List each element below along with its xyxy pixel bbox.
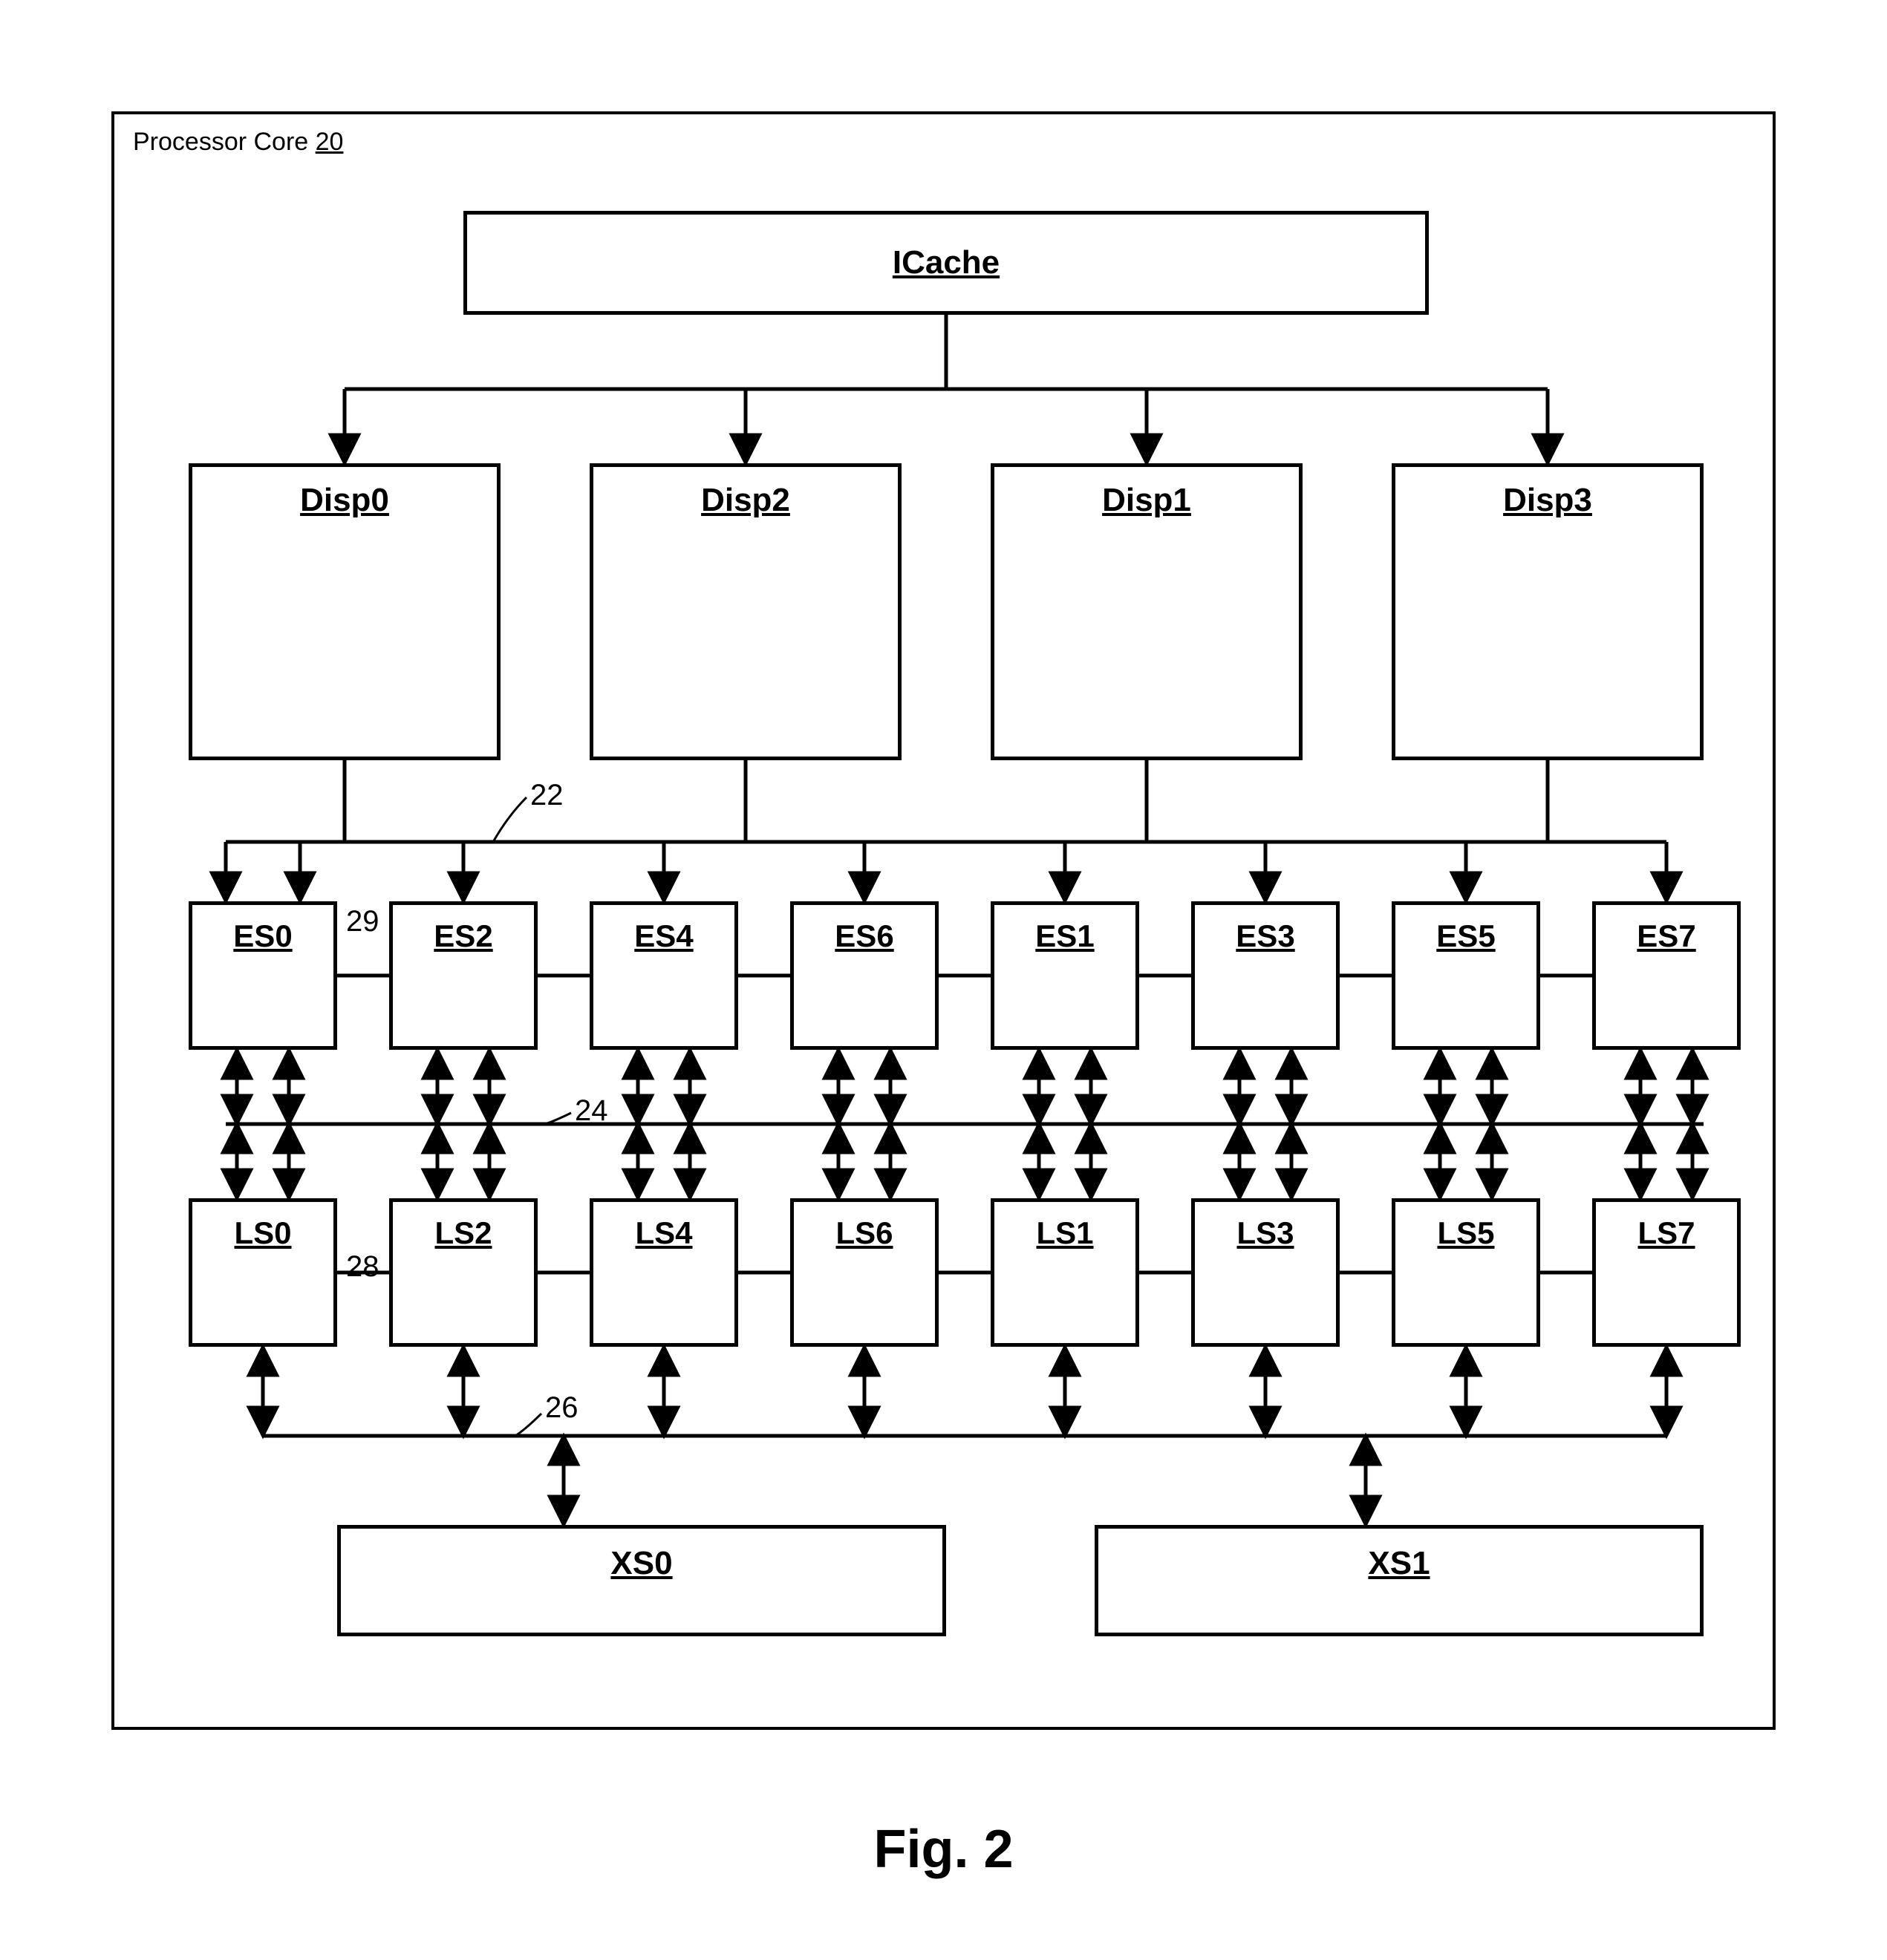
ls2-label: LS2 <box>393 1215 534 1251</box>
figure-caption: Fig. 2 <box>0 1819 1887 1880</box>
es0-block: ES0 <box>189 901 337 1050</box>
ls1-block: LS1 <box>991 1198 1139 1347</box>
ref-22: 22 <box>530 779 564 812</box>
ls6-label: LS6 <box>794 1215 935 1251</box>
disp3-label: Disp3 <box>1395 482 1700 519</box>
xs1-label: XS1 <box>1098 1545 1700 1582</box>
page: Processor Core 20 ICache Disp0 Disp2 Dis… <box>0 0 1887 1960</box>
es7-block: ES7 <box>1592 901 1741 1050</box>
ls6-block: LS6 <box>790 1198 939 1347</box>
es5-block: ES5 <box>1392 901 1540 1050</box>
xs0-label: XS0 <box>341 1545 942 1582</box>
disp2-label: Disp2 <box>593 482 898 519</box>
es3-block: ES3 <box>1191 901 1340 1050</box>
ref-24: 24 <box>575 1094 608 1128</box>
es1-label: ES1 <box>994 918 1135 954</box>
disp1-block: Disp1 <box>991 463 1303 760</box>
disp2-block: Disp2 <box>590 463 902 760</box>
ls7-block: LS7 <box>1592 1198 1741 1347</box>
ls0-label: LS0 <box>192 1215 333 1251</box>
disp0-block: Disp0 <box>189 463 501 760</box>
icache-label: ICache <box>467 244 1425 281</box>
ls3-label: LS3 <box>1195 1215 1336 1251</box>
ls7-label: LS7 <box>1596 1215 1737 1251</box>
es1-block: ES1 <box>991 901 1139 1050</box>
disp0-label: Disp0 <box>192 482 497 519</box>
processor-core-box: Processor Core 20 ICache Disp0 Disp2 Dis… <box>111 111 1776 1730</box>
xs1-block: XS1 <box>1095 1525 1704 1636</box>
core-title-ref: 20 <box>316 128 344 156</box>
ls0-block: LS0 <box>189 1198 337 1347</box>
ls4-label: LS4 <box>593 1215 734 1251</box>
es7-label: ES7 <box>1596 918 1737 954</box>
ls1-label: LS1 <box>994 1215 1135 1251</box>
xs0-block: XS0 <box>337 1525 946 1636</box>
es6-label: ES6 <box>794 918 935 954</box>
es5-label: ES5 <box>1395 918 1536 954</box>
ls3-block: LS3 <box>1191 1198 1340 1347</box>
ref-26: 26 <box>545 1391 579 1425</box>
disp3-block: Disp3 <box>1392 463 1704 760</box>
ref-28: 28 <box>346 1250 379 1284</box>
core-title: Processor Core 20 <box>133 128 343 157</box>
icache-block: ICache <box>463 211 1429 315</box>
core-title-prefix: Processor Core <box>133 128 316 156</box>
ls4-block: LS4 <box>590 1198 738 1347</box>
es2-label: ES2 <box>393 918 534 954</box>
ref-29: 29 <box>346 905 379 938</box>
es4-label: ES4 <box>593 918 734 954</box>
ls5-label: LS5 <box>1395 1215 1536 1251</box>
es3-label: ES3 <box>1195 918 1336 954</box>
es4-block: ES4 <box>590 901 738 1050</box>
ls2-block: LS2 <box>389 1198 538 1347</box>
es2-block: ES2 <box>389 901 538 1050</box>
disp1-label: Disp1 <box>994 482 1299 519</box>
ls5-block: LS5 <box>1392 1198 1540 1347</box>
es0-label: ES0 <box>192 918 333 954</box>
es6-block: ES6 <box>790 901 939 1050</box>
